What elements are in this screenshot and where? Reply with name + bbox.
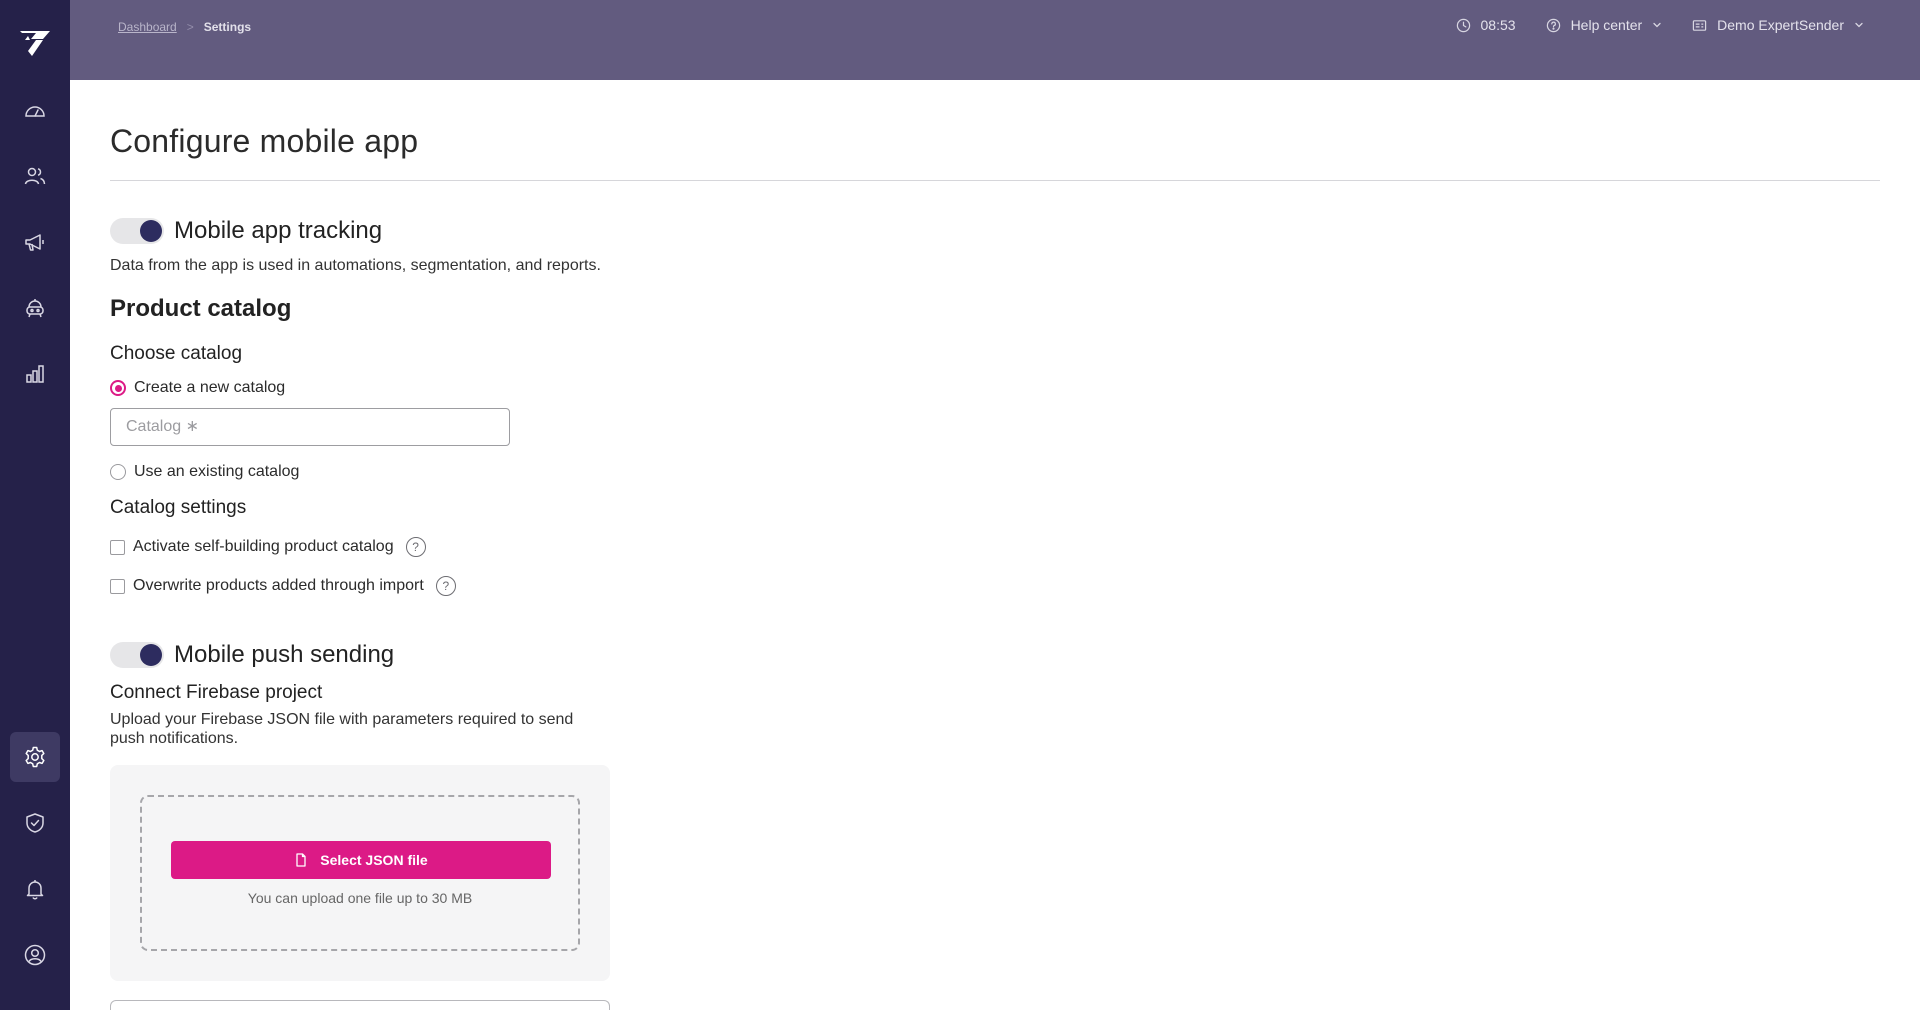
overwrite-row: Overwrite products added through import … [110, 576, 1880, 596]
title-divider [110, 180, 1880, 181]
overwrite-checkbox[interactable] [110, 578, 125, 594]
users-icon [24, 167, 46, 185]
robot-icon [26, 299, 44, 318]
radio-create-new-catalog[interactable]: Create a new catalog [110, 379, 1880, 397]
help-circle-icon [1546, 18, 1560, 32]
sidebar-item-notifications[interactable] [10, 864, 60, 914]
tracking-row: Mobile app tracking [110, 217, 1880, 245]
main-content: Configure mobile app Mobile app tracking… [110, 80, 1880, 981]
firebase-heading: Connect Firebase project [110, 682, 323, 703]
clock-time: 08:53 [1480, 17, 1516, 33]
radio-new-catalog[interactable] [110, 380, 126, 396]
tracking-label: Mobile app tracking [174, 217, 383, 244]
sidebar-item-reports[interactable] [10, 349, 60, 399]
help-question-icon[interactable]: ? [405, 537, 426, 557]
megaphone-icon [25, 234, 44, 251]
gauge-icon [25, 106, 45, 117]
sidebar-item-security[interactable] [10, 798, 60, 848]
push-label: Mobile push sending [174, 641, 395, 668]
self-building-checkbox[interactable] [110, 539, 125, 555]
toggle-knob [140, 220, 162, 242]
self-building-row: Activate self-building product catalog ? [110, 537, 1880, 557]
gear-icon [25, 746, 45, 768]
help-center-menu[interactable]: Help center [1546, 17, 1663, 33]
overwrite-label: Overwrite products added through import [133, 577, 424, 594]
account-card-icon [1692, 19, 1707, 31]
breadcrumb-dashboard-link[interactable]: Dashboard [118, 20, 177, 34]
page-title: Configure mobile app [110, 123, 419, 159]
select-json-file-label: Select JSON file [320, 852, 428, 868]
push-row: Mobile push sending [110, 641, 1880, 669]
push-toggle[interactable] [110, 642, 164, 668]
sidebar [0, 0, 70, 1010]
chevron-down-icon [1653, 22, 1661, 28]
tracking-description: Data from the app is used in automations… [110, 257, 601, 274]
top-right-controls: 08:53 Help center Demo ExpertSender [1426, 17, 1864, 33]
self-building-label: Activate self-building product catalog [133, 538, 394, 555]
choose-catalog-heading: Choose catalog [110, 343, 243, 364]
sidebar-item-campaigns[interactable] [10, 217, 60, 267]
sidebar-item-profile[interactable] [10, 930, 60, 980]
firebase-description-line1: Upload your Firebase JSON file with para… [110, 711, 574, 728]
bar-chart-icon [26, 365, 44, 383]
help-question-icon[interactable]: ? [435, 576, 456, 596]
file-icon [296, 853, 306, 867]
breadcrumb-separator: > [186, 20, 194, 34]
toggle-knob [140, 644, 162, 666]
sidebar-item-automation[interactable] [10, 283, 60, 333]
clock: 08:53 [1456, 17, 1516, 33]
select-json-file-button[interactable]: Select JSON file [171, 841, 551, 879]
radio-existing-catalog[interactable] [110, 464, 126, 480]
brand-logo[interactable] [19, 29, 51, 57]
shield-check-icon [26, 813, 44, 833]
radio-new-catalog-label: Create a new catalog [134, 379, 286, 396]
firebase-description-line2: push notifications. [110, 730, 239, 747]
firebase-description: Upload your Firebase JSON file with para… [110, 710, 1880, 748]
clock-icon [1456, 18, 1470, 32]
tracking-toggle[interactable] [110, 218, 164, 244]
user-circle-icon [24, 944, 46, 966]
upload-panel: Select JSON file You can upload one file… [110, 765, 610, 981]
json-dropzone[interactable]: Select JSON file You can upload one file… [140, 795, 580, 951]
help-center-label: Help center [1570, 17, 1643, 33]
bell-icon [26, 880, 44, 900]
radio-use-existing-catalog[interactable]: Use an existing catalog [110, 463, 1880, 481]
sidebar-item-dashboard[interactable] [10, 86, 60, 136]
catalog-name-input[interactable] [110, 408, 510, 446]
breadcrumb: Dashboard > Settings [118, 20, 251, 34]
top-bar: Dashboard > Settings 08:53 Help center D… [70, 0, 1920, 80]
upload-hint: You can upload one file up to 30 MB [247, 890, 473, 906]
sidebar-item-settings[interactable] [10, 732, 60, 782]
chevron-down-icon [1855, 22, 1863, 28]
account-menu[interactable]: Demo ExpertSender [1692, 17, 1864, 33]
sidebar-item-contacts[interactable] [10, 151, 60, 201]
catalog-settings-heading: Catalog settings [110, 497, 247, 518]
account-label: Demo ExpertSender [1717, 17, 1844, 33]
breadcrumb-current: Settings [203, 20, 252, 34]
next-section-box [110, 1000, 610, 1010]
radio-existing-catalog-label: Use an existing catalog [134, 463, 300, 480]
product-catalog-heading: Product catalog [110, 295, 292, 322]
